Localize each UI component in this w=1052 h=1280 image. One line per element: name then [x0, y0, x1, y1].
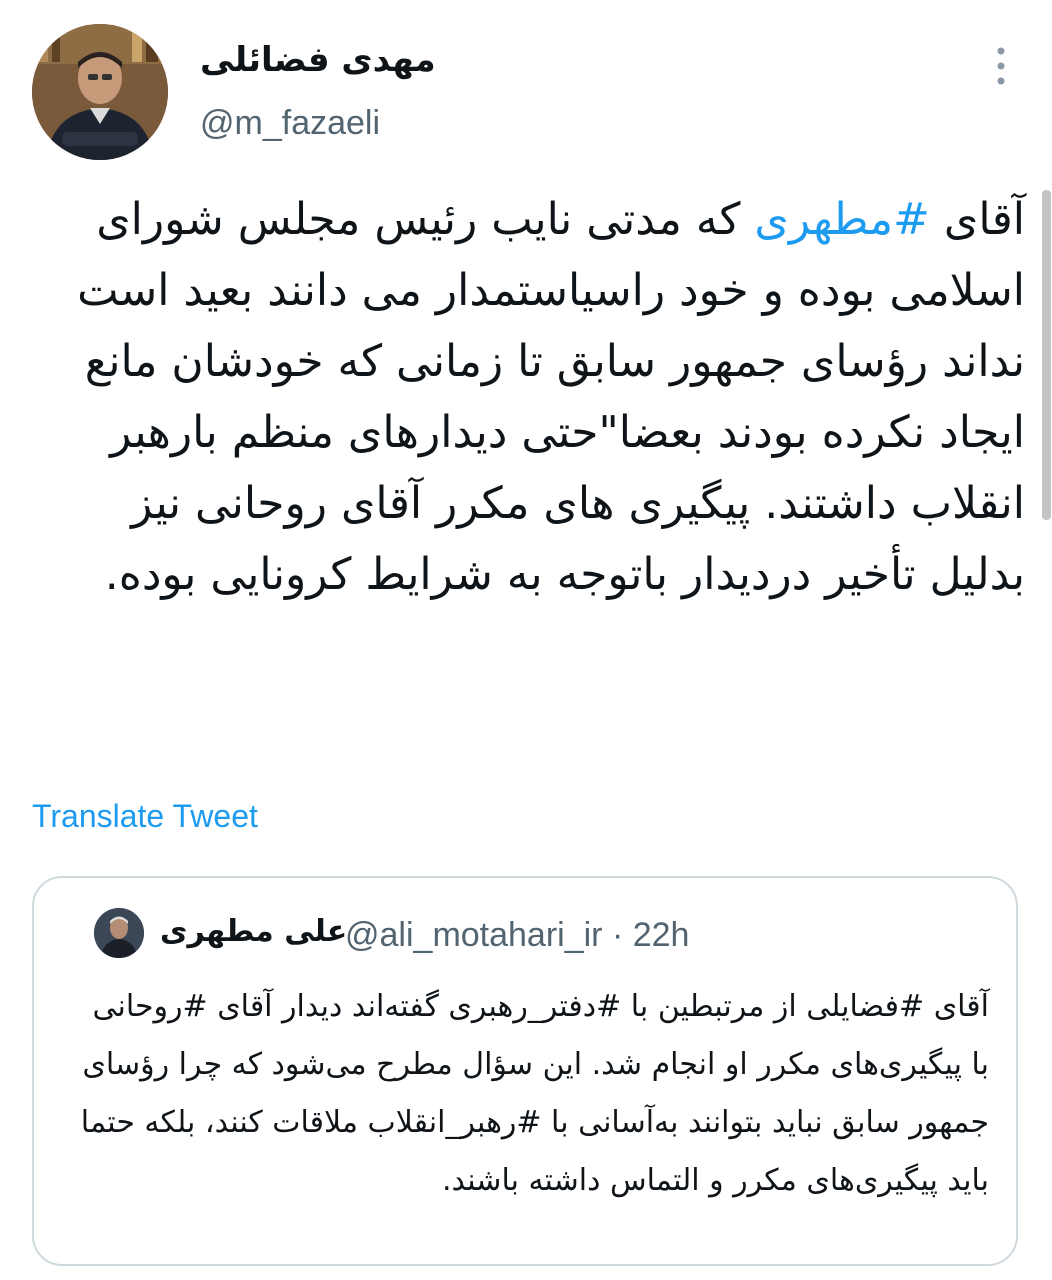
scrollbar[interactable] — [1042, 190, 1051, 520]
tweet-text-part: آقای — [929, 194, 1025, 245]
author-display-name[interactable]: مهدی فضائلی — [200, 40, 436, 80]
author-handle[interactable]: @m_fazaeli — [200, 104, 380, 143]
translate-tweet-link[interactable]: Translate Tweet — [32, 798, 258, 835]
more-vertical-icon[interactable] — [986, 44, 1016, 88]
quoted-tweet-text: آقای #فضایلی از مرتبطین با #دفتر_رهبری گ… — [80, 989, 989, 1198]
quoted-author-avatar — [94, 908, 144, 958]
quoted-tweet-card[interactable]: علی مطهری @ali_motahari_ir · 22h آقای #ف… — [32, 876, 1018, 1266]
tweet-text: آقای #مطهری که مدتی نایب رئیس مجلس شورای… — [40, 184, 1025, 610]
hashtag-link[interactable]: #مطهری — [754, 194, 930, 245]
quoted-author-handle-time: @ali_motahari_ir · 22h — [345, 916, 690, 954]
quoted-tweet-header: علی مطهری @ali_motahari_ir · 22h — [62, 908, 1002, 960]
tweet-header: مهدی فضائلی @m_fazaeli — [0, 0, 1052, 175]
author-avatar[interactable] — [32, 24, 168, 160]
quoted-author-display-name: علی مطهری — [160, 914, 348, 949]
tweet-text-part: که مدتی نایب رئیس مجلس شورای اسلامی بوده… — [77, 194, 1025, 600]
